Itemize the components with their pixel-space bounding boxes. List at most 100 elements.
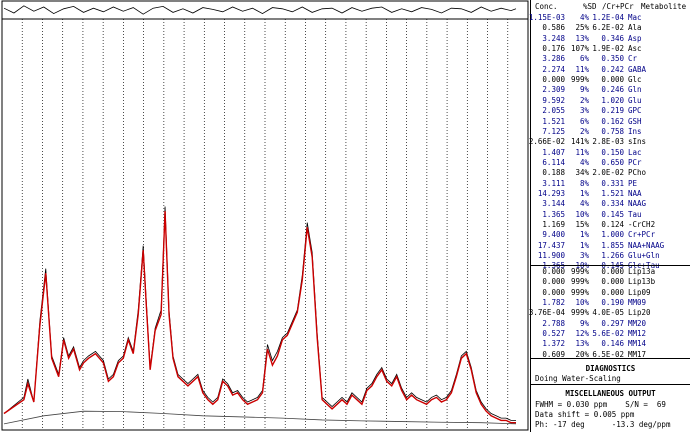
metabolite-row: 3.144 4% 0.334 NAAG [531,199,690,209]
metabolite-sd: 2% [579,126,589,136]
metabolite-row: 1.365 10% 0.145 Tau [531,210,690,220]
metabolite-row: 2.309 9% 0.246 Gln [531,85,690,95]
metabolite-conc: 14.293 [537,188,565,198]
lipid-sd: 10% [575,298,589,308]
metabolite-name: Lac [628,147,642,157]
metabolite-ratio: 0.124 [601,220,624,229]
metabolite-conc: 1.521 [542,116,565,126]
misc-line-2: Data shift = 0.005 ppm [535,410,635,419]
lipid-ratio: 0.000 [601,287,624,297]
metabolite-row: 14.293 1% 1.521 NAA [531,189,690,199]
lipid-ratio: 0.146 [601,339,624,349]
metabolite-name: NAA [628,188,642,198]
metabolite-ratio: 0.145 [601,209,624,219]
metabolite-row: 1.15E-03 4% 1.2E-04 Mac [528,13,690,23]
metabolite-name: Glc [628,75,642,85]
metabolite-name: NAA+NAAG [628,240,665,250]
metabolite-name: Cr [628,54,638,64]
lipid-name: MM09 [628,298,647,308]
metabolite-ratio: 0.150 [601,147,624,157]
lipid-ratio: 0.000 [601,267,624,276]
metabolite-name: GSH [628,116,642,126]
lipid-row: 0.000 999% 0.000 Lip09 [531,288,690,298]
metabolite-name: Mac [628,13,642,22]
metabolite-name: Asp [628,33,642,43]
metabolite-row: 1.169 15% 0.124 -CrCH2 [531,220,690,230]
table-header: Conc. %SD /Cr+PCr Metabolite [531,2,690,12]
metabolite-row: 2.055 3% 0.219 GPC [531,106,690,116]
metabolite-sd: 2% [579,95,589,105]
metabolite-name: Tau [628,209,642,219]
metabolite-name: Glu [628,95,642,105]
lipid-row: 0.527 12% 5.6E-02 MM12 [531,329,690,339]
lipid-name: MM14 [628,339,647,349]
lipid-ratio: 4.0E-05 [592,308,624,318]
metabolite-sd: 3% [579,106,589,116]
metabolite-ratio: 0.242 [601,64,624,74]
metabolite-sd: 25% [575,23,589,33]
metabolite-row: 0.176 107% 1.9E-02 Asc [531,44,690,54]
table-separator [531,265,690,266]
metabolite-ratio: 0.346 [601,33,624,43]
metabolite-conc: 0.586 [542,23,565,33]
metabolite-conc: 1.15E-03 [528,13,565,22]
metabolite-conc: 3.111 [542,178,565,188]
metabolite-row: 3.286 6% 0.350 Cr [531,54,690,64]
metabolite-name: PE [628,178,638,188]
metabolite-sd: 3% [579,251,589,261]
metabolite-conc: 6.114 [542,157,565,167]
metabolite-ratio: 0.650 [601,157,624,167]
lipid-row: 0.000 999% 0.000 Lip13a [531,267,690,277]
metabolite-ratio: 0.246 [601,85,624,95]
metabolite-sd: 6% [579,54,589,64]
metabolite-name: -CrCH2 [628,220,656,229]
lipid-conc: 3.76E-04 [528,308,565,318]
lipid-row: 0.000 999% 0.000 Lip13b [531,277,690,287]
metabolite-name: Cr+PCr [628,230,656,240]
misc-line-1: FWHM = 0.030 ppm S/N = 69 [535,400,666,409]
metabolite-name: GPC [628,106,642,116]
metabolite-conc: 3.248 [542,33,565,43]
lipid-sd: 9% [579,318,589,328]
metabolite-sd: 13% [575,33,589,43]
metabolite-conc: 2.055 [542,106,565,116]
metabolite-sd: 4% [579,199,589,209]
metabolite-conc: 2.309 [542,85,565,95]
metabolite-ratio: 1.855 [601,240,624,250]
metabolite-sd: 1% [579,188,589,198]
metabolite-sd: 1% [579,240,589,250]
metabolite-row: 0.586 25% 6.2E-02 Ala [531,23,690,33]
misc-title: MISCELLANEOUS OUTPUT [565,389,656,398]
metabolite-row: 0.188 34% 2.0E-02 PCho [531,168,690,178]
lipid-conc: 0.527 [542,329,565,339]
metabolite-ratio: 0.162 [601,116,624,126]
metabolite-ratio: 1.2E-04 [592,13,624,22]
metabolite-row: 1.521 6% 0.162 GSH [531,117,690,127]
metabolite-conc: 9.400 [542,230,565,240]
metabolite-conc: 0.000 [542,75,565,85]
lipid-name: Lip13a [628,267,656,276]
metabolite-sd: 11% [575,64,589,74]
header-conc: Conc. [535,2,558,11]
metabolite-sd: 34% [575,168,589,178]
metabolite-conc: 2.66E-02 [528,137,565,147]
metabolite-row: 9.592 2% 1.020 Glu [531,96,690,106]
metabolite-conc: 0.176 [542,44,565,54]
metabolite-conc: 1.365 [542,209,565,219]
metabolite-row: 3.248 13% 0.346 Asp [531,34,690,44]
lipid-conc: 1.782 [542,298,565,308]
metabolite-conc: 17.437 [537,240,565,250]
metabolite-name: NAAG [628,199,647,209]
metabolite-row: 1.407 11% 0.150 Lac [531,148,690,158]
lipid-ratio: 0.000 [601,277,624,287]
lipid-sd: 12% [575,329,589,339]
metabolite-sd: 11% [575,147,589,157]
metabolite-row: 2.66E-02 141% 2.8E-03 sIns [528,137,690,147]
metabolite-name: PCho [628,168,647,178]
metabolite-ratio: 1.521 [601,188,624,198]
lipid-conc: 2.788 [542,318,565,328]
metabolite-name: Glu+Gln [628,251,660,261]
metabolite-sd: 107% [570,44,589,54]
lipid-conc: 1.372 [542,339,565,349]
metabolite-ratio: 0.000 [601,75,624,85]
